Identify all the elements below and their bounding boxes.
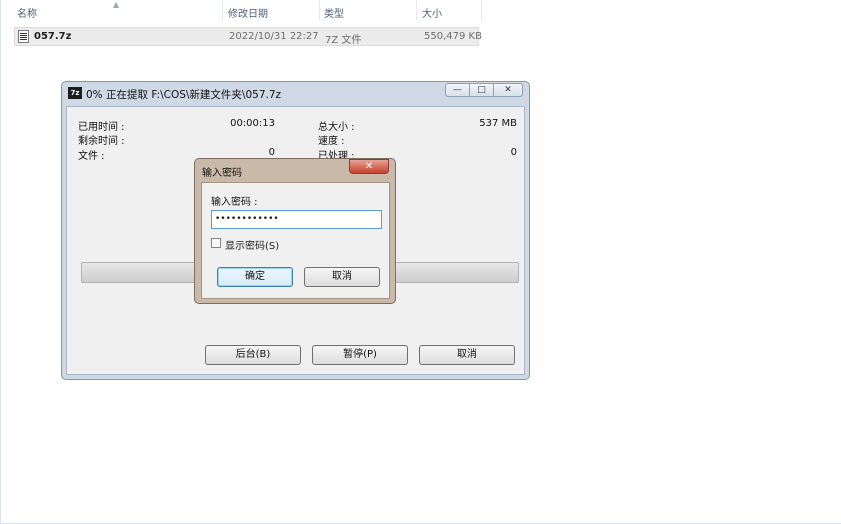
column-header-name[interactable]: 名称 (17, 5, 37, 20)
processed-value: 0 (510, 147, 517, 158)
maximize-button[interactable]: □ (469, 83, 494, 97)
column-header-type[interactable]: 类型 (324, 5, 344, 20)
sort-ascending-icon: ▲ (113, 0, 120, 9)
minimize-button[interactable]: — (445, 83, 470, 97)
files-label: 文件 : (78, 151, 105, 162)
close-icon: ✕ (364, 161, 374, 172)
total-size-value: 537 MB (479, 118, 517, 129)
column-divider[interactable] (481, 0, 482, 20)
file-modified: 2022/10/31 22:27 (229, 31, 319, 42)
maximize-icon: □ (477, 85, 486, 95)
speed-label: 速度 : (318, 136, 345, 147)
minimize-icon: — (453, 85, 462, 95)
column-divider[interactable] (319, 0, 320, 20)
pause-button[interactable]: 暂停(P) (312, 345, 408, 365)
column-divider[interactable] (416, 0, 417, 20)
ok-button[interactable]: 确定 (217, 267, 293, 287)
password-dialog: 输入密码 ✕ 输入密码 : •••••••••••• 显示密码(S) 确定 取消 (194, 158, 396, 304)
password-input[interactable]: •••••••••••• (211, 210, 382, 229)
column-header-size[interactable]: 大小 (422, 5, 442, 20)
window-title: 0% 正在提取 F:\COS\新建文件夹\057.7z (86, 89, 282, 101)
remaining-time-label: 剩余时间 : (78, 136, 125, 147)
file-row[interactable]: 057.7z 2022/10/31 22:27 7Z 文件 550,479 KB (14, 27, 482, 46)
close-button[interactable]: ✕ (493, 83, 523, 97)
column-header-modified[interactable]: 修改日期 (228, 5, 268, 20)
column-header-row: 名称 ▲ 修改日期 类型 大小 (1, 0, 482, 20)
close-icon: ✕ (504, 85, 512, 95)
dialog-cancel-button[interactable]: 取消 (304, 267, 380, 287)
files-value: 0 (268, 147, 275, 158)
file-size: 550,479 KB (424, 31, 482, 42)
dialog-close-button[interactable]: ✕ (349, 159, 389, 174)
show-password-checkbox[interactable] (211, 238, 221, 248)
elapsed-time-value: 00:00:13 (230, 118, 275, 129)
show-password-label[interactable]: 显示密码(S) (225, 237, 279, 252)
file-name: 057.7z (34, 31, 72, 42)
total-size-label: 总大小 : (318, 122, 355, 133)
background-button[interactable]: 后台(B) (205, 345, 301, 365)
7zip-app-icon: 7z (68, 87, 82, 99)
password-dialog-body: 输入密码 : •••••••••••• 显示密码(S) 确定 取消 (201, 182, 390, 299)
dialog-title: 输入密码 (202, 168, 242, 179)
file-type: 7Z 文件 (325, 35, 362, 46)
archive-file-icon (18, 30, 29, 43)
cancel-extract-button[interactable]: 取消 (419, 345, 515, 365)
elapsed-time-label: 已用时间 : (78, 122, 125, 133)
column-divider[interactable] (222, 0, 223, 20)
password-prompt: 输入密码 : (211, 197, 258, 208)
